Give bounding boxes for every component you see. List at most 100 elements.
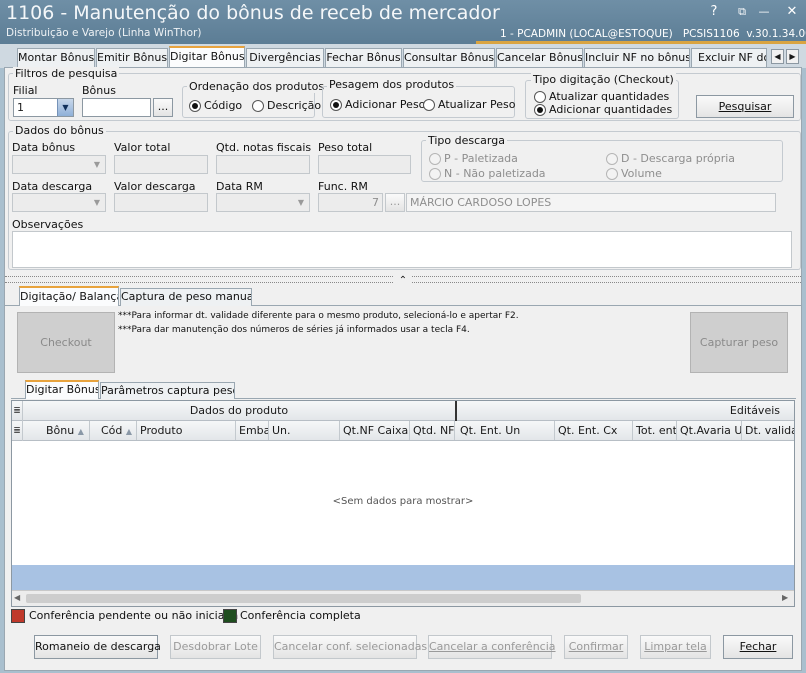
limpar-tela-button[interactable]: Limpar tela — [640, 635, 711, 659]
tab-fechar-bonus[interactable]: Fechar Bônus — [325, 48, 402, 67]
tipo-atualizar-radio[interactable] — [534, 91, 546, 103]
romaneio-button[interactable]: Romaneio de descarga — [34, 635, 161, 659]
legend-complete-swatch — [223, 609, 237, 623]
tab-scroll-right-icon[interactable]: ▶ — [786, 49, 799, 64]
version-label: v.30.1.34.004 — [746, 28, 806, 40]
col-qtd-nfs[interactable]: Qtd. NFs — [410, 421, 455, 440]
tab-consultar-bonus[interactable]: Consultar Bônus — [403, 48, 495, 67]
band-editaveis: Editáveis — [729, 404, 780, 417]
tab-grid-digitar-bonus[interactable]: Digitar Bônus — [25, 380, 99, 399]
peso-total-label: Peso total — [318, 141, 373, 154]
scrollbar-thumb[interactable] — [26, 594, 581, 603]
fechar-button[interactable]: Fechar — [723, 635, 793, 659]
tab-divergencias[interactable]: Divergências — [246, 48, 324, 67]
col-bonus[interactable]: Bônu ▲ — [23, 421, 90, 440]
pesagem-adicionar-label: Adicionar Peso — [345, 98, 426, 111]
legend-pending-label: Conferência pendente ou não iniciada — [29, 609, 239, 622]
col-codigo-label: Cód — [101, 424, 123, 437]
tab-digitar-bonus[interactable]: Digitar Bônus — [169, 46, 245, 68]
qtd-notas-field — [216, 155, 310, 174]
cancelar-selecionadas-button[interactable]: Cancelar conf. selecionadas — [273, 635, 427, 659]
tab-montar-bonus[interactable]: Montar Bônus — [17, 48, 95, 67]
observacoes-field[interactable] — [12, 231, 792, 268]
col-qt-avaria-un[interactable]: Qt.Avaria Un — [677, 421, 742, 440]
scroll-left-icon[interactable]: ◀ — [14, 593, 20, 602]
grid-column-chooser-icon[interactable]: ≣ — [12, 421, 23, 441]
col-tot-ent[interactable]: Tot. ent — [633, 421, 677, 440]
func-rm-lookup-button: ... — [385, 193, 405, 212]
capturar-peso-button[interactable]: Capturar peso — [690, 312, 788, 373]
col-embal[interactable]: Embal — [236, 421, 269, 440]
desdobrar-lote-button[interactable]: Desdobrar Lote — [170, 635, 261, 659]
hint-line-2: ***Para dar manutenção dos números de sé… — [118, 325, 470, 335]
data-bonus-label: Data bônus — [12, 141, 76, 154]
func-rm-name-field: MÁRCIO CARDOSO LOPES — [406, 193, 776, 212]
filters-group-label: Filtros de pesquisa — [13, 67, 120, 80]
bonus-input[interactable] — [82, 98, 151, 117]
descarga-propria-label: D - Descarga própria — [621, 152, 736, 165]
data-rm-label: Data RM — [216, 180, 263, 193]
valor-total-field — [114, 155, 208, 174]
window-title: 1106 - Manutenção do bônus de receb de m… — [6, 2, 500, 24]
tipo-descarga-label: Tipo descarga — [426, 134, 507, 147]
tab-scroll-left-icon[interactable]: ◀ — [771, 49, 784, 64]
chevron-down-icon[interactable]: ▼ — [57, 99, 73, 116]
pesagem-atualizar-radio[interactable] — [423, 99, 435, 111]
cancelar-conferencia-button[interactable]: Cancelar a conferência — [428, 635, 556, 659]
col-qt-ent-un[interactable]: Qt. Ent. Un — [457, 421, 555, 440]
minimize-button[interactable]: — — [756, 4, 772, 20]
tab-incluir-nf[interactable]: Incluir NF no bônus — [584, 48, 690, 67]
chevron-down-icon: ▼ — [293, 194, 309, 211]
window-subtitle: Distribuição e Varejo (Linha WinThor) — [6, 27, 202, 39]
band-dados-produto: Dados do produto — [189, 404, 289, 417]
tab-emitir-bonus[interactable]: Emitir Bônus — [96, 48, 168, 67]
ordenacao-descricao-radio[interactable] — [252, 100, 264, 112]
tab-parametros-captura[interactable]: Parâmetros captura peso — [100, 382, 235, 399]
collapse-icon[interactable]: ⌃ — [394, 276, 412, 286]
tipo-adicionar-radio[interactable] — [534, 104, 546, 116]
tab-cancelar-bonus[interactable]: Cancelar Bônus — [496, 48, 583, 67]
routine-code: PCSIS1106 — [682, 28, 740, 40]
products-grid[interactable]: ≣ Dados do produto Editáveis ≣ Bônu ▲ Có… — [11, 400, 795, 607]
scroll-right-icon[interactable]: ▶ — [782, 593, 788, 602]
bonus-lookup-button[interactable]: ... — [153, 98, 173, 117]
pesagem-atualizar-label: Atualizar Peso — [438, 98, 516, 111]
col-qtnf-caixa[interactable]: Qt.NF Caixa — [340, 421, 410, 440]
search-button[interactable]: Pesquisar — [696, 95, 794, 118]
pesagem-label: Pesagem dos produtos — [327, 78, 457, 91]
restore-button[interactable]: ⧉ — [734, 4, 750, 20]
confirmar-button[interactable]: Confirmar — [564, 635, 628, 659]
descarga-volume-radio — [606, 168, 618, 180]
pesagem-adicionar-radio[interactable] — [330, 99, 342, 111]
tab-excluir-nf[interactable]: Excluir NF do b — [691, 48, 767, 67]
descarga-paletizada-radio — [429, 153, 441, 165]
col-produto[interactable]: Produto — [137, 421, 236, 440]
col-un[interactable]: Un. — [269, 421, 340, 440]
legend-pending-swatch — [11, 609, 25, 623]
col-dt-validade[interactable]: Dt. validade — [742, 421, 794, 440]
tab-captura-peso-manual[interactable]: Captura de peso manual — [120, 288, 252, 306]
tab-digitacao-balanca[interactable]: Digitação/ Balança — [19, 286, 119, 306]
grid-menu-icon[interactable]: ≣ — [12, 401, 23, 421]
col-qt-ent-cx[interactable]: Qt. Ent. Cx — [555, 421, 633, 440]
filial-select[interactable]: 1 ▼ — [13, 98, 74, 117]
descarga-propria-radio — [606, 153, 618, 165]
tipo-atualizar-label: Atualizar quantidades — [549, 90, 670, 103]
valor-descarga-field — [114, 193, 208, 212]
valor-descarga-label: Valor descarga — [114, 180, 196, 193]
data-descarga-label: Data descarga — [12, 180, 93, 193]
data-descarga-field: ▼ — [12, 193, 106, 212]
bonus-label: Bônus — [82, 84, 116, 97]
chevron-down-icon: ▼ — [89, 156, 105, 173]
grid-horizontal-scrollbar[interactable]: ◀ ▶ — [12, 590, 794, 606]
close-button[interactable]: ✕ — [784, 4, 800, 20]
session-info: 1 - PCADMIN (LOCAL@ESTOQUE) PCSIS1106 v.… — [500, 28, 806, 40]
tipo-digitacao-label: Tipo digitação (Checkout) — [531, 73, 676, 86]
col-bonus-label: Bônu — [46, 424, 75, 437]
checkout-button[interactable]: Checkout — [17, 312, 115, 373]
data-rm-field: ▼ — [216, 193, 310, 212]
help-button[interactable]: ? — [706, 4, 722, 20]
ordenacao-codigo-radio[interactable] — [189, 100, 201, 112]
grid-columns: Bônu ▲ Cód ▲ Produto Embal Un. Qt.NF Cai… — [23, 421, 794, 441]
col-codigo[interactable]: Cód ▲ — [90, 421, 137, 440]
